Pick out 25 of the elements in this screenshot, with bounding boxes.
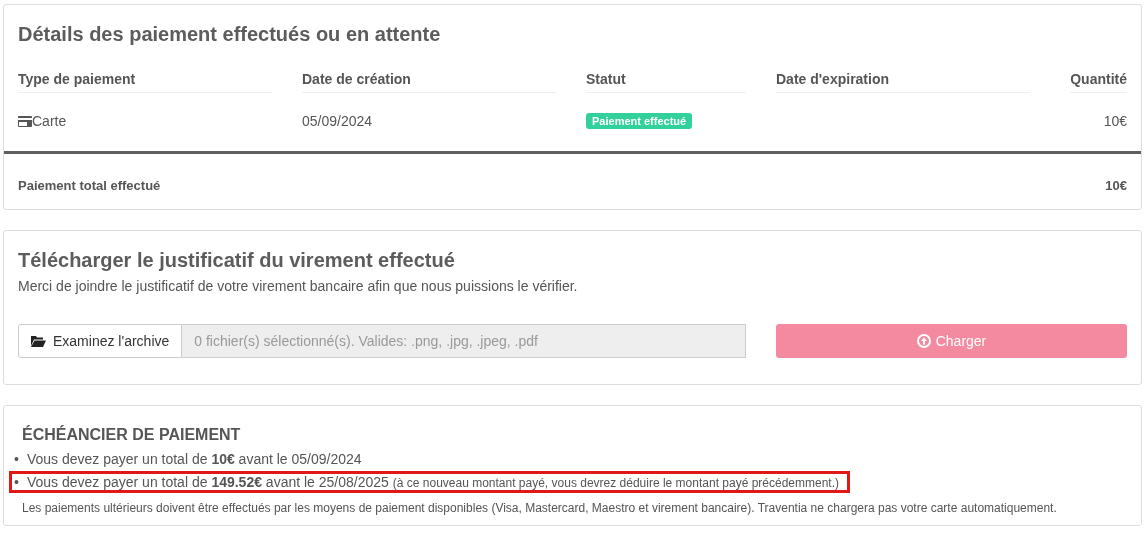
total-amount: 10€: [1105, 178, 1127, 193]
section-title: Télécharger le justificatif du virement effectué: [18, 249, 456, 272]
column-header: Type de paiement: [18, 68, 272, 93]
table-cell: 05/09/2024: [302, 113, 373, 129]
file-field[interactable]: 0 fichier(s) sélectionné(s). Valides: .png, .jpg, .jpeg, .pdf: [182, 324, 746, 358]
table-cell: 10€: [1103, 113, 1127, 129]
schedule-text: Vous devez payer un total de 149.52€ avant le 25/08/2025 (à ce nouveau montant payé, vous devrez déduire le montant payé précédemment.): [26, 474, 840, 490]
folder-icon: [31, 335, 46, 347]
section-title: Détails des paiement effectués ou en attente: [18, 23, 442, 46]
bullet-mark: •: [14, 474, 19, 490]
table-cell: Carte: [32, 113, 67, 129]
column-header: Statut: [586, 68, 746, 93]
column-header: Date d'expiration: [776, 68, 1030, 93]
bullet-mark: •: [14, 451, 19, 467]
upload-description: Merci de joindre le justificatif de votre virement bancaire afin que nous puissions le vérifier.: [18, 278, 579, 294]
upload-icon: [916, 334, 931, 348]
footnote: Les paiements ultérieurs doivent être effectués par les moyens de paiement disponibles (Visa, Mastercard, Maestro et virement bancaire). Traventia ne chargera pas votre carte automatiquement.: [21, 501, 1058, 517]
browse-button[interactable]: Examinez l'archive: [18, 324, 183, 358]
column-header: Date de création: [302, 68, 556, 93]
total-label: Paiement total effectué: [18, 178, 161, 193]
column-header: Quantité: [1070, 68, 1127, 93]
status-badge: Paiement effectué: [586, 113, 693, 129]
section-title: ÉCHÉANCIER DE PAIEMENT: [22, 426, 241, 443]
schedule-text: Vous devez payer un total de 10€ avant le 05/09/2024: [26, 451, 362, 467]
credit-card-icon: [18, 115, 32, 127]
